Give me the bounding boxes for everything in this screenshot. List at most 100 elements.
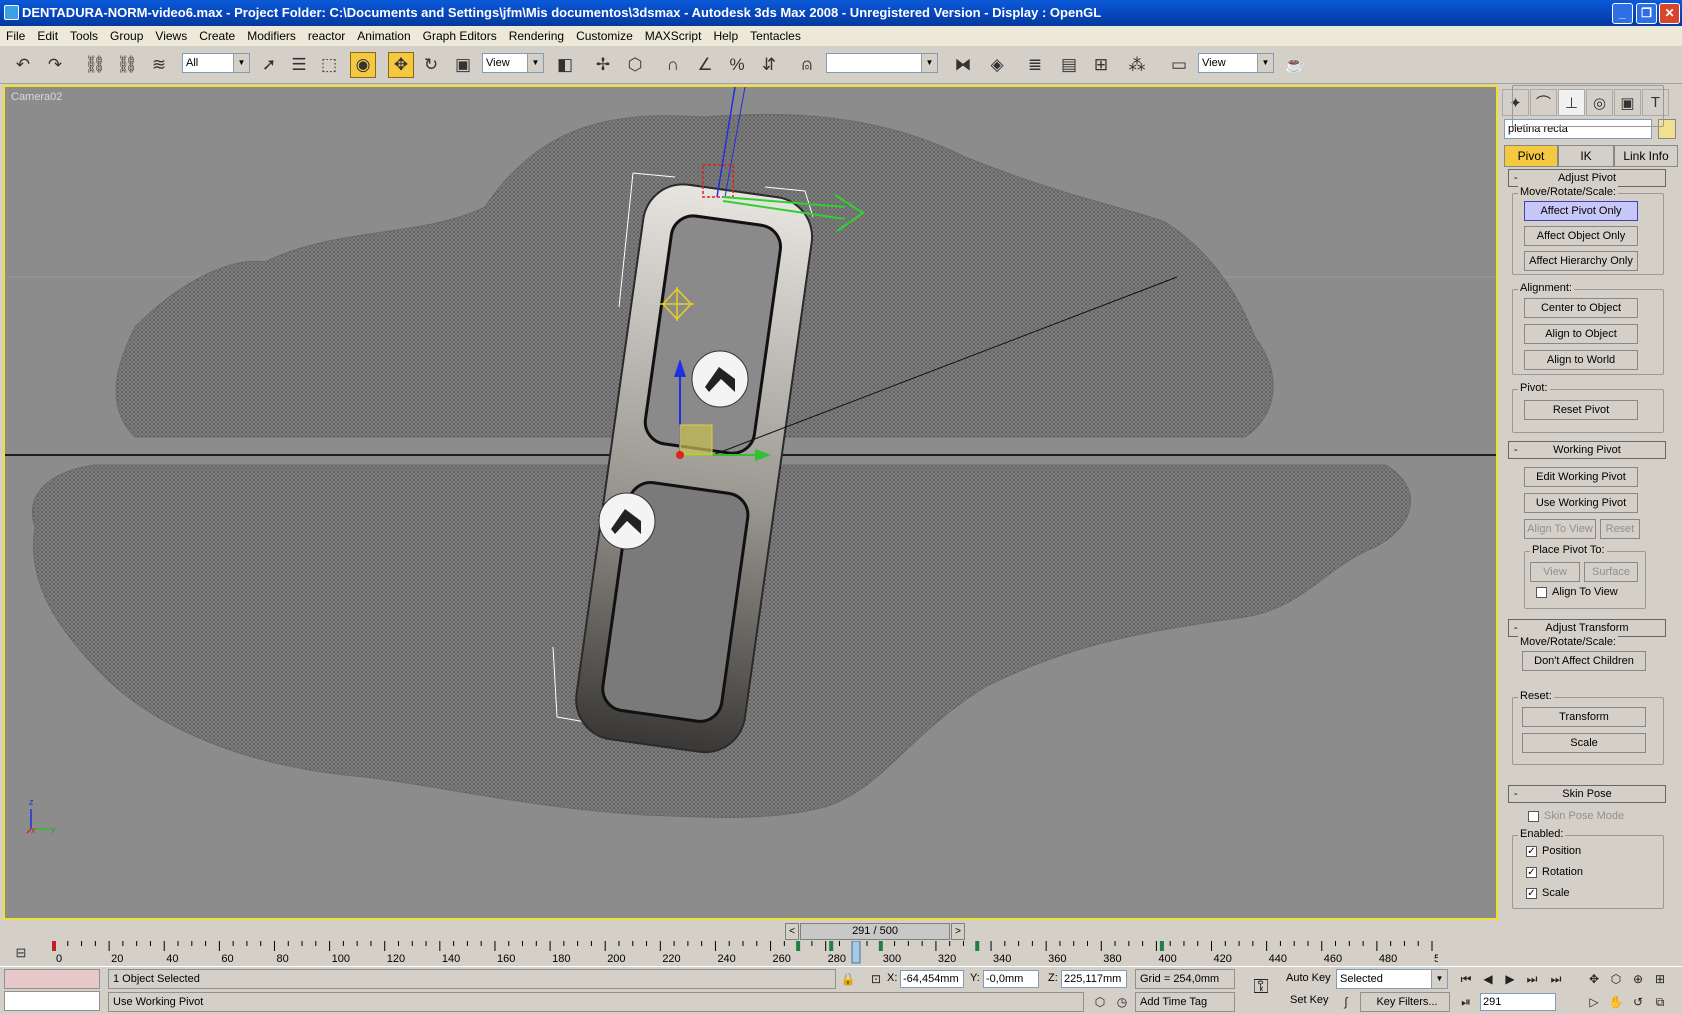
pan-hand-icon[interactable]: ✋ bbox=[1606, 992, 1626, 1012]
edit-working-pivot-button[interactable]: Edit Working Pivot bbox=[1524, 467, 1638, 487]
percent-snap-icon[interactable]: % bbox=[724, 52, 750, 78]
menu-help[interactable]: Help bbox=[707, 26, 744, 46]
dont-affect-children-button[interactable]: Don't Affect Children bbox=[1522, 651, 1646, 671]
unlink-icon[interactable]: ⛓ bbox=[114, 52, 140, 78]
spinner-snap-icon[interactable]: ⇵ bbox=[756, 52, 782, 78]
reset-working-pivot-button[interactable]: Reset bbox=[1600, 519, 1640, 539]
snaps-toggle-icon[interactable]: ∩ bbox=[660, 52, 686, 78]
curve-editor-icon[interactable]: ▤ bbox=[1056, 52, 1082, 78]
select-and-scale-icon[interactable]: ▣ bbox=[450, 52, 476, 78]
use-working-pivot-button[interactable]: Use Working Pivot bbox=[1524, 493, 1638, 513]
menu-animation[interactable]: Animation bbox=[351, 26, 416, 46]
menu-tentacles[interactable]: Tentacles bbox=[744, 26, 807, 46]
x-coordinate-field[interactable]: -64,454mm bbox=[900, 970, 964, 988]
z-coordinate-field[interactable]: 225,117mm bbox=[1061, 970, 1127, 988]
previous-frame-icon[interactable]: ◀ bbox=[1478, 969, 1498, 989]
align-icon[interactable]: ◈ bbox=[984, 52, 1010, 78]
maxscript-listener-white[interactable] bbox=[4, 991, 100, 1011]
affect-pivot-only-button[interactable]: Affect Pivot Only bbox=[1524, 201, 1638, 221]
absolute-mode-icon[interactable]: ⊡ bbox=[866, 969, 886, 989]
working-pivot-rollout[interactable]: - Working Pivot bbox=[1508, 441, 1666, 459]
skin-position-checkbox[interactable]: ✓ Position bbox=[1526, 845, 1581, 857]
skin-pose-mode-checkbox[interactable]: Skin Pose Mode bbox=[1528, 810, 1624, 822]
time-tag-icon[interactable]: ◷ bbox=[1112, 992, 1132, 1012]
set-key-button[interactable]: Set Key bbox=[1290, 994, 1329, 1006]
place-surface-button[interactable]: Surface bbox=[1584, 562, 1638, 582]
undo-icon[interactable]: ↶ bbox=[10, 52, 36, 78]
key-mode-toggle-icon[interactable]: ⏯ bbox=[1456, 992, 1476, 1012]
reset-scale-button[interactable]: Scale bbox=[1522, 733, 1646, 753]
viewport-label[interactable]: Camera02 bbox=[11, 91, 62, 103]
minimize-button[interactable]: _ bbox=[1612, 3, 1633, 24]
auto-key-button[interactable]: Auto Key bbox=[1286, 972, 1331, 984]
affect-object-only-button[interactable]: Affect Object Only bbox=[1524, 226, 1638, 246]
select-manipulate-icon[interactable]: ✢ bbox=[590, 52, 616, 78]
align-to-view-button[interactable]: Align To View bbox=[1524, 519, 1596, 539]
place-view-button[interactable]: View bbox=[1530, 562, 1580, 582]
close-button[interactable]: ✕ bbox=[1659, 3, 1680, 24]
tab-ik[interactable]: IK bbox=[1558, 145, 1614, 167]
render-view-dropdown[interactable]: View bbox=[1198, 53, 1274, 73]
menu-views[interactable]: Views bbox=[149, 26, 193, 46]
align-to-object-button[interactable]: Align to Object bbox=[1524, 324, 1638, 344]
material-editor-icon[interactable]: ⁂ bbox=[1124, 52, 1150, 78]
center-to-object-button[interactable]: Center to Object bbox=[1524, 298, 1638, 318]
go-to-start-icon[interactable]: ⏮ bbox=[1456, 969, 1476, 989]
maxscript-listener-pink[interactable] bbox=[4, 969, 100, 989]
adjust-transform-rollout[interactable]: - Adjust Transform bbox=[1508, 619, 1666, 637]
quick-render-teapot-icon[interactable]: ☕ bbox=[1282, 52, 1308, 78]
viewport-cube-icon[interactable]: ⬡ bbox=[1090, 992, 1110, 1012]
menu-file[interactable]: File bbox=[0, 26, 31, 46]
select-and-move-icon[interactable]: ✥ bbox=[388, 52, 414, 78]
zoom-all-icon[interactable]: ⬡ bbox=[1606, 969, 1626, 989]
key-mode-dropdown[interactable]: Selected bbox=[1336, 969, 1448, 989]
align-to-world-button[interactable]: Align to World bbox=[1524, 350, 1638, 370]
tab-link-info[interactable]: Link Info bbox=[1614, 145, 1678, 167]
viewport-scene[interactable] bbox=[5, 87, 1496, 918]
skin-pose-rollout[interactable]: - Skin Pose bbox=[1508, 785, 1666, 803]
skin-rotation-checkbox[interactable]: ✓ Rotation bbox=[1526, 866, 1583, 878]
redo-icon[interactable]: ↷ bbox=[42, 52, 68, 78]
menu-edit[interactable]: Edit bbox=[31, 26, 64, 46]
orbit-icon[interactable]: ↺ bbox=[1628, 992, 1648, 1012]
maximize-viewport-icon[interactable]: ⧉ bbox=[1650, 992, 1670, 1012]
time-slider-prev-icon[interactable]: < bbox=[785, 923, 799, 940]
menu-customize[interactable]: Customize bbox=[570, 26, 639, 46]
reset-pivot-button[interactable]: Reset Pivot bbox=[1524, 400, 1638, 420]
time-slider-next-icon[interactable]: > bbox=[951, 923, 965, 940]
menu-create[interactable]: Create bbox=[193, 26, 241, 46]
menu-graph-editors[interactable]: Graph Editors bbox=[417, 26, 503, 46]
key-filters-button[interactable]: Key Filters... bbox=[1360, 992, 1450, 1012]
zoom-extents-icon[interactable]: ⊕ bbox=[1628, 969, 1648, 989]
lock-selection-icon[interactable]: 🔒 bbox=[838, 969, 858, 989]
maximize-button[interactable]: ❐ bbox=[1636, 3, 1657, 24]
add-time-tag-button[interactable]: Add Time Tag bbox=[1135, 992, 1235, 1012]
mirror-icon[interactable]: ⧓ bbox=[950, 52, 976, 78]
track-bar-icon[interactable]: ⊟ bbox=[10, 943, 32, 963]
schematic-view-icon[interactable]: ⊞ bbox=[1088, 52, 1114, 78]
menu-tools[interactable]: Tools bbox=[64, 26, 104, 46]
layer-manager-icon[interactable]: ≣ bbox=[1022, 52, 1048, 78]
menu-reactor[interactable]: reactor bbox=[302, 26, 351, 46]
skin-scale-checkbox[interactable]: ✓ Scale bbox=[1526, 887, 1570, 899]
reference-coordinate-dropdown[interactable]: View bbox=[482, 53, 544, 73]
selection-filter-dropdown[interactable]: All bbox=[182, 53, 250, 73]
tab-pivot[interactable]: Pivot bbox=[1504, 145, 1558, 167]
time-slider[interactable]: 291 / 500 bbox=[800, 923, 950, 940]
bind-space-warp-icon[interactable]: ≋ bbox=[146, 52, 172, 78]
curve-icon[interactable]: ∫ bbox=[1336, 992, 1356, 1012]
rectangular-selection-icon[interactable]: ⬚ bbox=[316, 52, 342, 78]
y-coordinate-field[interactable]: -0,0mm bbox=[983, 970, 1039, 988]
select-by-name-icon[interactable]: ☰ bbox=[286, 52, 312, 78]
app-icon[interactable] bbox=[4, 5, 19, 20]
go-to-end-icon[interactable]: ⏭ bbox=[1546, 969, 1566, 989]
select-object-icon[interactable]: ➚ bbox=[256, 52, 282, 78]
affect-hierarchy-only-button[interactable]: Affect Hierarchy Only bbox=[1524, 251, 1638, 271]
keyboard-shortcut-icon[interactable]: ⬡ bbox=[622, 52, 648, 78]
align-to-view-checkbox[interactable]: Align To View bbox=[1536, 586, 1618, 598]
adjust-pivot-rollout[interactable]: - Adjust Pivot bbox=[1508, 169, 1666, 187]
named-selection-dropdown[interactable] bbox=[826, 53, 938, 73]
window-crossing-icon[interactable]: ◉ bbox=[350, 52, 376, 78]
current-frame-field[interactable]: 291 bbox=[1480, 993, 1556, 1011]
reset-transform-button[interactable]: Transform bbox=[1522, 707, 1646, 727]
